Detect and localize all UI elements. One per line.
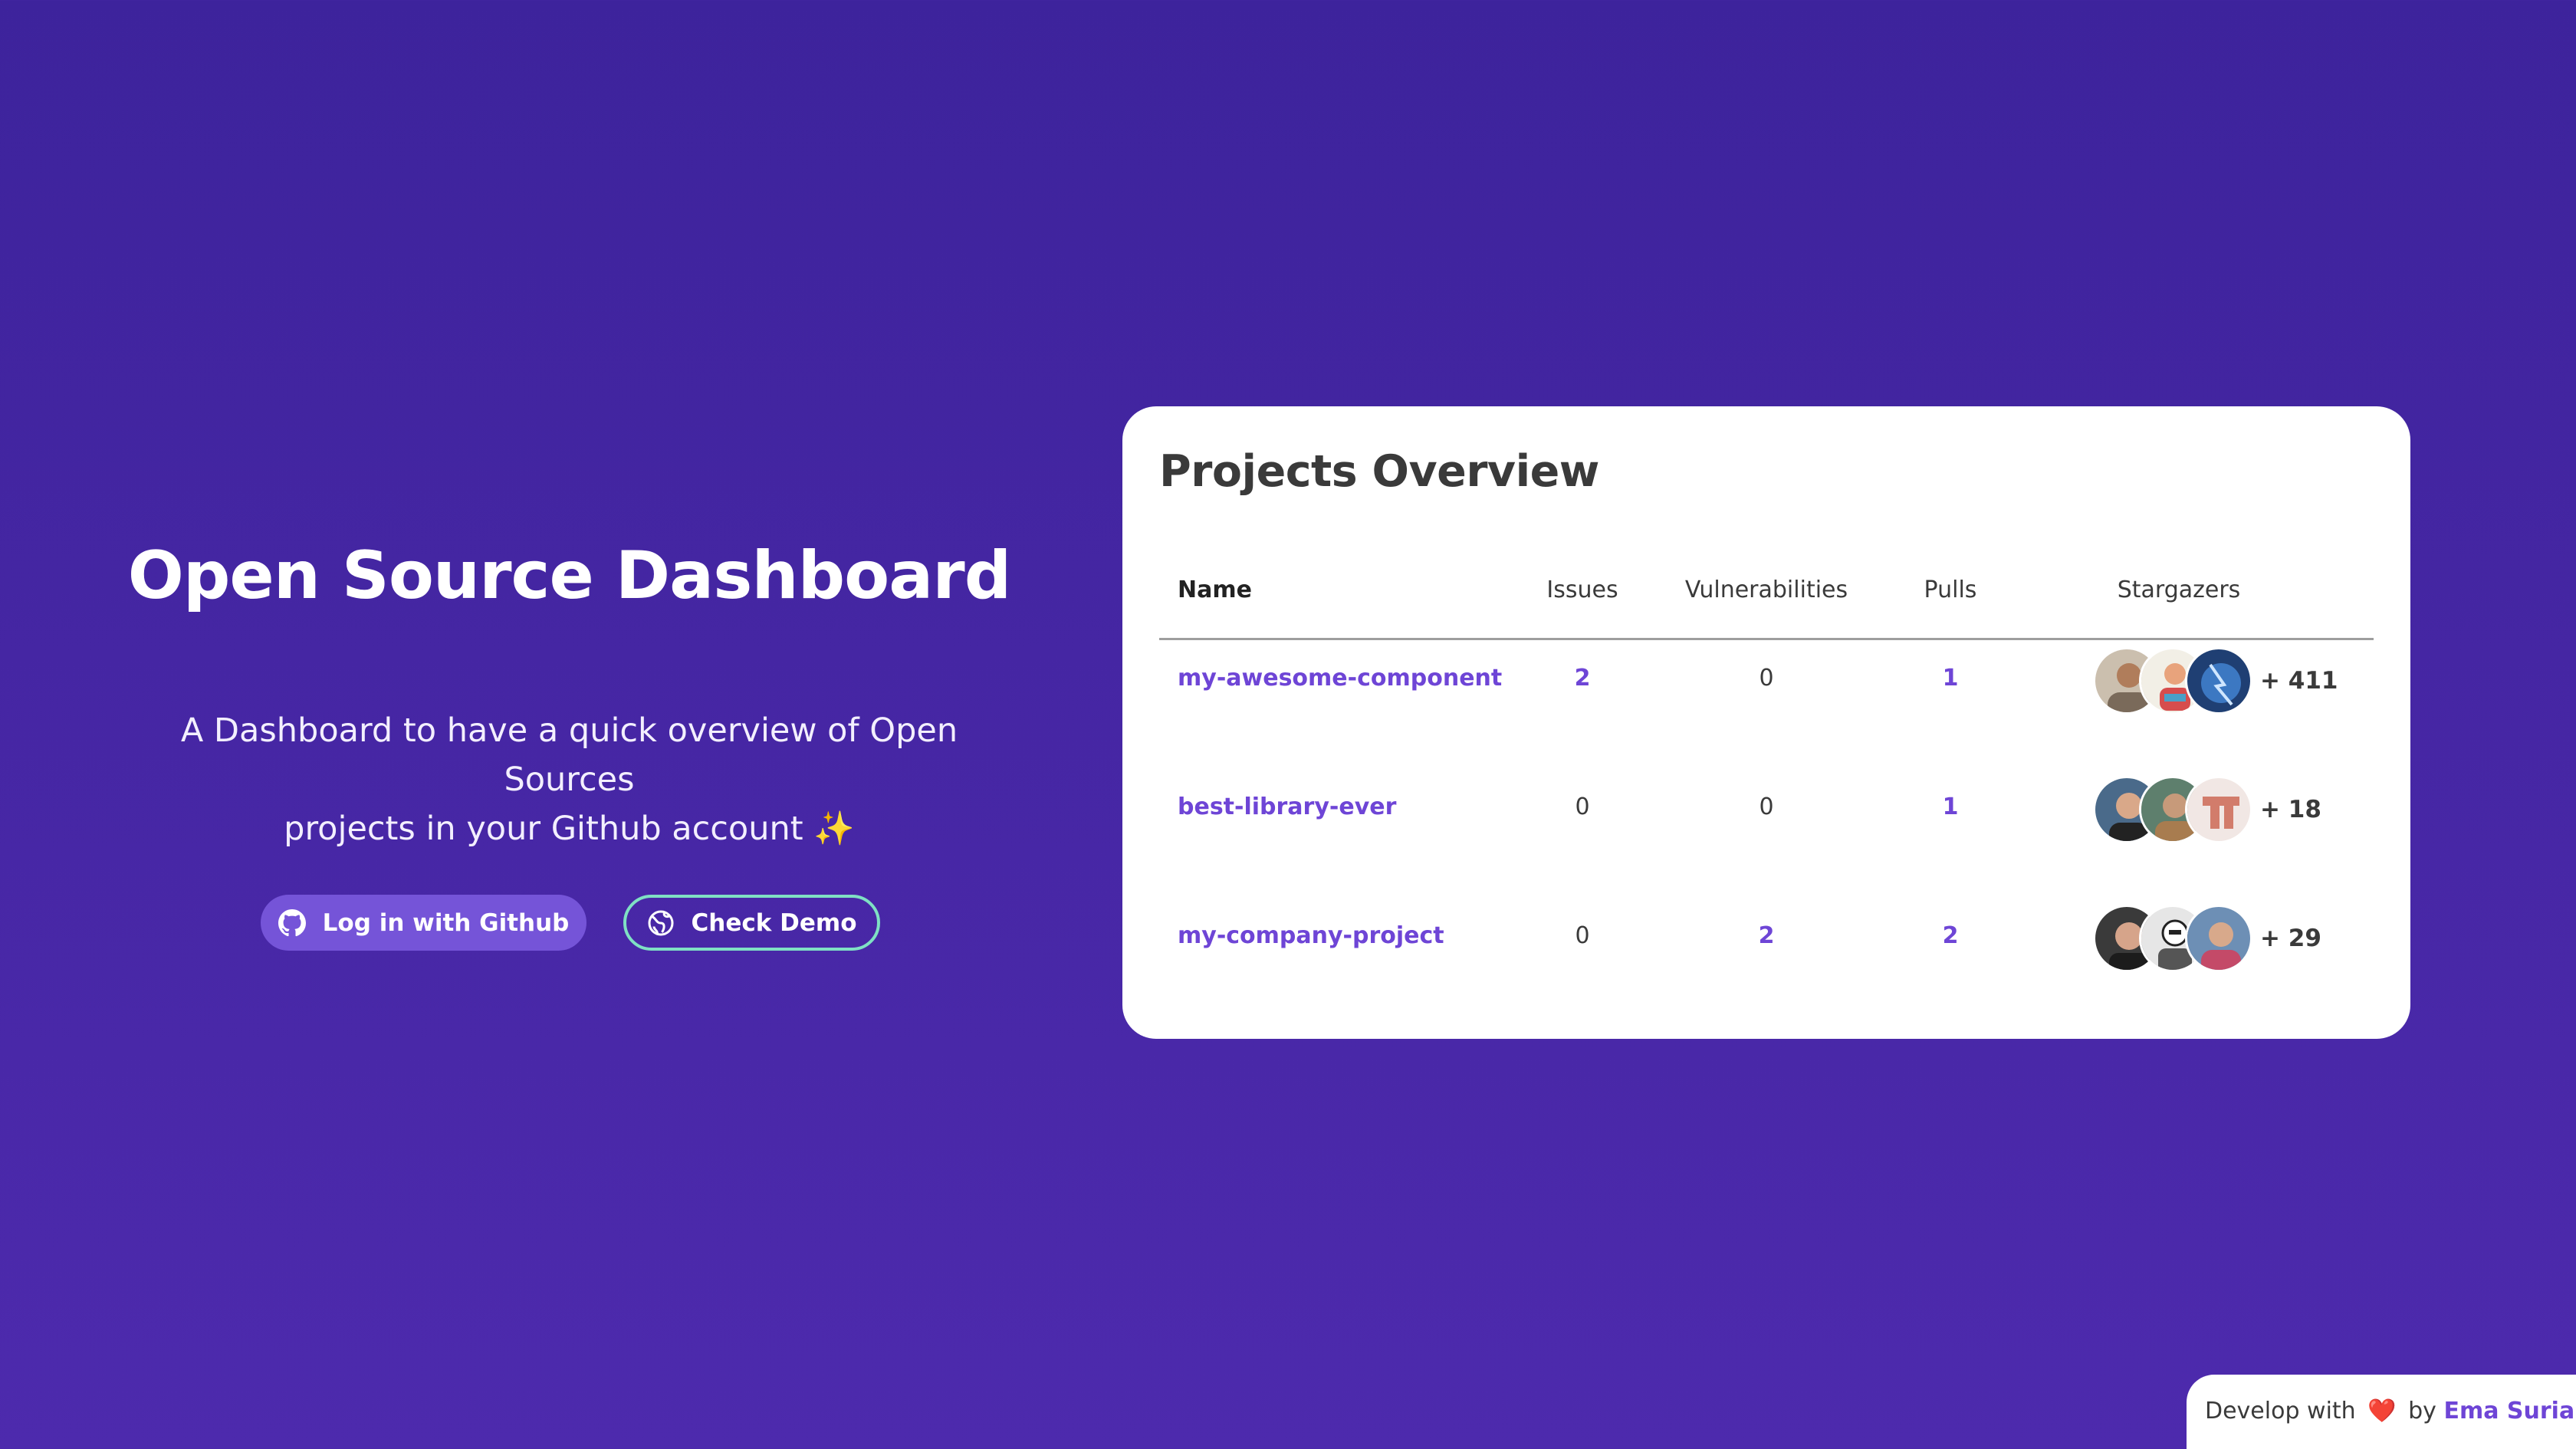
check-demo-label: Check Demo (691, 909, 857, 937)
pulls-count-link[interactable]: 1 (1943, 794, 1959, 820)
issues-count-link[interactable]: 2 (1575, 665, 1591, 692)
table-row: best-library-ever 0 0 1 + 18 (1159, 775, 2374, 844)
globe-icon (647, 909, 675, 937)
heart-icon: ❤️ (2367, 1398, 2397, 1424)
project-name-link[interactable]: best-library-ever (1178, 794, 1396, 820)
table-content: my-awesome-component 2 0 1 + 411 best-li… (1122, 406, 2410, 1039)
pulls-count-link[interactable]: 2 (1943, 922, 1959, 949)
project-name-link[interactable]: my-awesome-component (1178, 665, 1502, 692)
vulnerabilities-count-link[interactable]: 2 (1759, 922, 1775, 949)
project-name-link[interactable]: my-company-project (1178, 922, 1444, 949)
page-title: Open Source Dashboard (127, 537, 1012, 614)
login-with-github-button[interactable]: Log in with Github (261, 895, 586, 951)
check-demo-button[interactable]: Check Demo (623, 895, 880, 951)
footer-prefix: Develop with (2205, 1398, 2356, 1424)
table-row: my-company-project 0 2 2 + 29 (1159, 904, 2374, 973)
sparkle-icon: ✨ (813, 810, 855, 849)
avatar[interactable] (2185, 776, 2252, 843)
stargazers-more-count: + 29 (2260, 925, 2321, 952)
login-with-github-label: Log in with Github (322, 909, 570, 937)
subtitle-line-2: projects in your Github account (284, 810, 803, 849)
stargazers-more-count: + 18 (2260, 796, 2321, 823)
stargazers: + 29 (2093, 905, 2321, 972)
issues-count: 0 (1575, 922, 1590, 949)
hero-actions: Log in with Github Check Demo (261, 895, 880, 951)
pulls-count-link[interactable]: 1 (1943, 665, 1959, 692)
footer-by: by (2408, 1398, 2436, 1424)
hero: Open Source Dashboard A Dashboard to hav… (115, 537, 1024, 853)
stargazers-more-count: + 411 (2260, 667, 2338, 695)
footer-credit: Develop with ❤️ by Ema Suriano (2187, 1375, 2576, 1449)
github-icon (278, 909, 306, 937)
issues-count: 0 (1575, 794, 1590, 820)
vulnerabilities-count: 0 (1759, 794, 1774, 820)
vulnerabilities-count: 0 (1759, 665, 1774, 692)
stargazers: + 411 (2093, 647, 2338, 715)
table-row: my-awesome-component 2 0 1 + 411 (1159, 646, 2374, 715)
subtitle-line-1: A Dashboard to have a quick overview of … (180, 711, 958, 800)
page-subtitle: A Dashboard to have a quick overview of … (115, 706, 1024, 853)
author-link[interactable]: Ema Suriano (2443, 1398, 2576, 1424)
avatar[interactable] (2185, 647, 2252, 715)
stargazers: + 18 (2093, 776, 2321, 843)
avatar[interactable] (2185, 905, 2252, 972)
